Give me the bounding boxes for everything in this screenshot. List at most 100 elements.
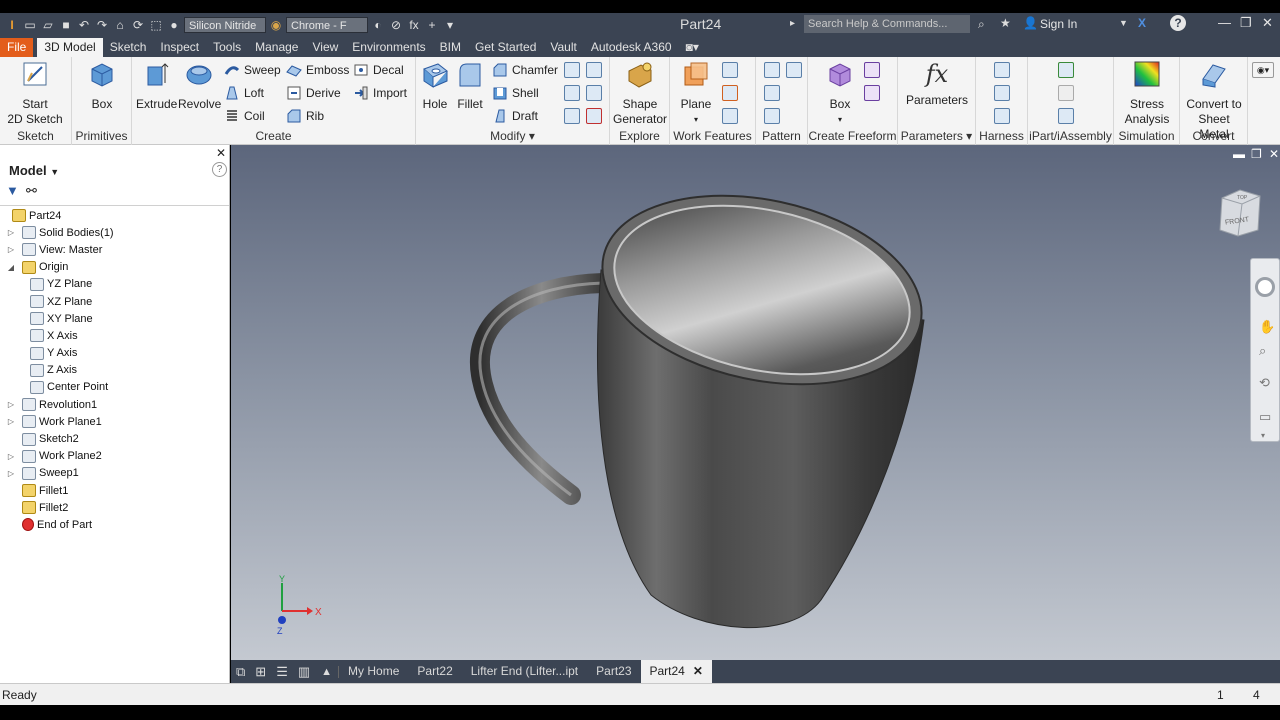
harness-pin-icon[interactable] <box>994 85 1010 101</box>
tab-get-started[interactable]: Get Started <box>468 38 543 57</box>
tree-expander-icon[interactable]: ▷ <box>6 417 16 426</box>
draft-button[interactable]: Draft <box>492 108 538 124</box>
update-icon[interactable]: ⟳ <box>130 17 146 33</box>
create-ipart-icon[interactable] <box>1058 62 1074 78</box>
tree-expander-icon[interactable]: ▷ <box>6 228 16 237</box>
tab-vault[interactable]: Vault <box>543 38 583 57</box>
appearance-dropdown[interactable]: Chrome - F <box>286 17 368 33</box>
doc-tab[interactable]: Part23 <box>587 660 640 683</box>
tab-environments[interactable]: Environments <box>345 38 432 57</box>
sign-in-chevron-icon[interactable]: ▼ <box>1119 18 1128 28</box>
search-icon[interactable]: ⌕ <box>978 17 985 32</box>
tree-node[interactable]: Fillet1 <box>0 482 230 499</box>
ribbon-options-icon[interactable]: ◉▾ <box>1252 62 1274 78</box>
tree-expander-icon[interactable]: ▷ <box>6 400 16 409</box>
clear-icon[interactable]: ⊘ <box>388 17 404 33</box>
circular-pattern-icon[interactable] <box>764 85 780 101</box>
extrude-button[interactable]: Extrude <box>136 59 177 112</box>
fillet-button[interactable]: Fillet <box>454 59 486 112</box>
tree-node[interactable]: ◢ Origin <box>0 259 230 276</box>
sign-in-link[interactable]: Sign In <box>1040 17 1077 31</box>
freeform-box-button[interactable]: Box ▾ <box>822 59 858 127</box>
stress-analysis-button[interactable]: Stress Analysis <box>1118 59 1176 127</box>
tab-tools[interactable]: Tools <box>206 38 248 57</box>
tile-icon[interactable]: ⊞ <box>250 664 271 680</box>
replace-face-icon[interactable] <box>586 85 602 101</box>
exchange-icon[interactable]: X <box>1138 16 1146 30</box>
minimize-icon[interactable]: — <box>1218 15 1231 30</box>
doc-tab[interactable]: Part24 ✕ <box>640 660 712 683</box>
navbar-options-icon[interactable]: ▾ <box>1261 431 1265 440</box>
doc-tab[interactable]: Part22 <box>408 660 461 683</box>
tab-list-icon[interactable]: ▲ <box>315 665 340 678</box>
camera-icon[interactable]: ◙▾ <box>679 38 706 57</box>
pan-icon[interactable]: ✋ <box>1259 319 1275 335</box>
tree-node[interactable]: X Axis <box>0 327 230 344</box>
filter-icon[interactable]: ▼ <box>6 183 19 198</box>
tab-autodesk-a360[interactable]: Autodesk A360 <box>584 38 679 57</box>
adjust-icon[interactable]: ◐ <box>370 17 386 33</box>
start-2d-sketch-button[interactable]: Start 2D Sketch <box>4 59 66 127</box>
tab-sketch[interactable]: Sketch <box>103 38 154 57</box>
axis-icon[interactable] <box>722 62 738 78</box>
rib-button[interactable]: Rib <box>286 108 324 124</box>
orbit-icon[interactable]: ⟲ <box>1259 375 1270 391</box>
favorite-star-icon[interactable]: ★ <box>1000 16 1011 30</box>
select-icon[interactable]: ⬚ <box>148 17 164 33</box>
revolve-button[interactable]: Revolve <box>178 59 221 112</box>
tab-file[interactable]: File <box>0 38 34 57</box>
fx-icon[interactable]: fx <box>406 17 422 33</box>
tree-node[interactable]: ▷ Solid Bodies(1) <box>0 224 230 241</box>
browser-close-icon[interactable]: ✕ <box>216 146 226 160</box>
tree-node[interactable]: Center Point <box>0 379 230 396</box>
undo-icon[interactable]: ↶ <box>76 17 92 33</box>
view-cube[interactable]: TOP FRONT <box>1218 186 1262 238</box>
tree-node[interactable]: XY Plane <box>0 310 230 327</box>
create-iassembly-icon[interactable] <box>1058 85 1074 101</box>
new-icon[interactable]: ▭ <box>22 17 38 33</box>
arrange-vertical-icon[interactable]: ▥ <box>293 664 315 680</box>
search-input[interactable]: Search Help & Commands... <box>804 15 970 33</box>
tree-expander-icon[interactable]: ▷ <box>6 469 16 478</box>
tab-bim[interactable]: BIM <box>433 38 468 57</box>
tree-node[interactable]: Sketch2 <box>0 430 230 447</box>
import-button[interactable]: Import <box>353 85 407 101</box>
redo-icon[interactable]: ↷ <box>94 17 110 33</box>
tree-expander-icon[interactable]: ▷ <box>6 245 16 254</box>
tree-node[interactable]: ▷ Work Plane1 <box>0 413 230 430</box>
box-primitive-button[interactable]: Box <box>84 59 120 112</box>
mug-model[interactable] <box>231 145 1280 660</box>
hole-button[interactable]: Hole <box>420 59 450 112</box>
material-dropdown[interactable]: Silicon Nitride <box>184 17 266 33</box>
tree-node[interactable]: Z Axis <box>0 362 230 379</box>
harness-property-icon[interactable] <box>994 108 1010 124</box>
point-icon[interactable] <box>722 85 738 101</box>
material-icon[interactable]: ● <box>166 17 182 33</box>
browser-header[interactable]: Model ▼ <box>9 163 59 178</box>
rectangular-pattern-icon[interactable] <box>764 62 780 78</box>
restore-icon[interactable]: ❐ <box>1240 15 1252 31</box>
open-icon[interactable]: ▱ <box>40 17 56 33</box>
sketch-driven-pattern-icon[interactable] <box>764 108 780 124</box>
modify-panel-label[interactable]: Modify ▾ <box>416 129 609 143</box>
plane-button[interactable]: Plane ▾ <box>676 59 716 127</box>
tree-node[interactable]: Part24 <box>0 207 230 224</box>
find-binoculars-icon[interactable]: ⚯ <box>26 183 37 199</box>
sweep-button[interactable]: Sweep <box>224 62 281 78</box>
tree-node[interactable]: XZ Plane <box>0 293 230 310</box>
split-icon[interactable] <box>564 62 580 78</box>
inventor-logo-icon[interactable]: I <box>4 17 20 33</box>
doc-tab[interactable]: Lifter End (Lifter...ipt <box>462 660 587 683</box>
chamfer-button[interactable]: Chamfer <box>492 62 558 78</box>
direct-edit-icon[interactable] <box>586 108 602 124</box>
tree-node[interactable]: Fillet2 <box>0 499 230 516</box>
appearance-icon[interactable]: ◉ <box>268 17 284 33</box>
ucs-icon[interactable] <box>722 108 738 124</box>
tree-node[interactable]: ▷ Work Plane2 <box>0 448 230 465</box>
graphics-viewport[interactable]: ▬ ❐ ✕ TOP FRONT Y X Z <box>231 145 1280 660</box>
thicken-icon[interactable] <box>564 85 580 101</box>
tree-node[interactable]: ▷ Revolution1 <box>0 396 230 413</box>
mirror-icon[interactable] <box>786 62 802 78</box>
tab-manage[interactable]: Manage <box>248 38 305 57</box>
browser-help-icon[interactable]: ? <box>212 162 227 177</box>
